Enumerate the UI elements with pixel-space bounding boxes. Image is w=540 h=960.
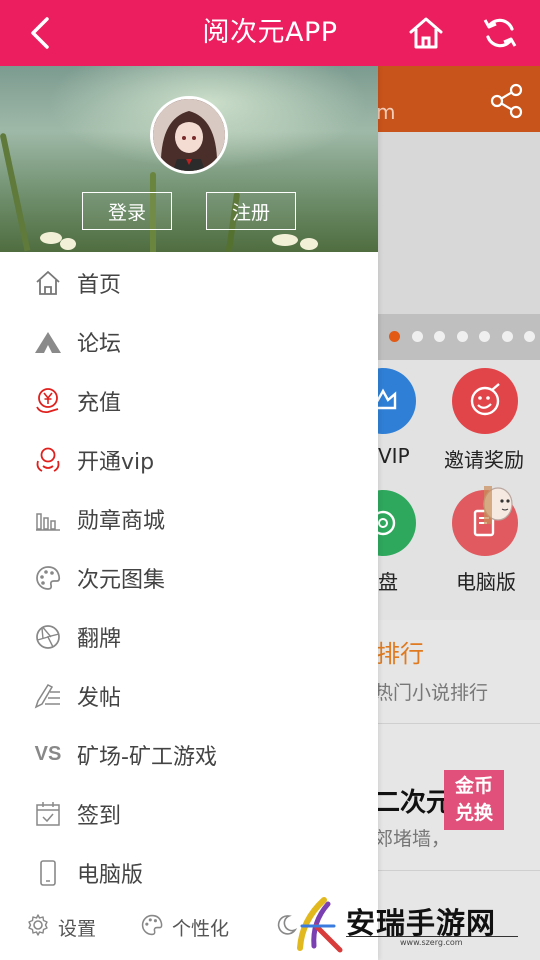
- divider: [346, 936, 518, 937]
- vip-hands-icon: [33, 445, 63, 475]
- login-button[interactable]: 登录: [82, 192, 172, 230]
- personalize-button[interactable]: 个性化: [140, 912, 229, 942]
- menu-item-recharge[interactable]: 充值: [0, 371, 378, 430]
- menu-item-forum[interactable]: 论坛: [0, 312, 378, 371]
- mascot-icon: [480, 484, 516, 528]
- share-icon[interactable]: [488, 82, 526, 120]
- grid-label-invite: 邀请奖励: [444, 448, 524, 472]
- home-icon[interactable]: [404, 13, 448, 53]
- drawer-header: 登录 注册: [0, 66, 378, 252]
- refresh-icon[interactable]: [478, 13, 522, 53]
- rank-title: 排行: [376, 640, 424, 668]
- coin-exchange-badge[interactable]: 金币 兑换: [444, 770, 504, 830]
- settings-label: 设置: [58, 917, 97, 940]
- menu-item-post[interactable]: 发帖: [0, 666, 378, 725]
- menu-label: 翻牌: [77, 626, 122, 652]
- menu-label: 矿场-矿工游戏: [77, 744, 217, 770]
- carousel-dot[interactable]: [411, 331, 423, 342]
- watermark-url: www.szerg.com: [400, 938, 463, 947]
- pen-list-icon: [33, 681, 63, 711]
- palette-icon: [33, 563, 63, 593]
- calendar-check-icon: [33, 799, 63, 829]
- smile-edit-icon[interactable]: [452, 368, 518, 434]
- menu-label: 开通vip: [77, 449, 155, 475]
- yen-coin-icon: [33, 386, 63, 416]
- menu-label: 首页: [77, 272, 122, 298]
- settings-button[interactable]: 设置: [26, 912, 96, 942]
- avatar[interactable]: [150, 96, 228, 174]
- grid-label-pc: 电脑版: [456, 570, 516, 594]
- aperture-icon: [33, 622, 63, 652]
- carousel-dot[interactable]: [501, 331, 513, 342]
- menu-item-pc-version[interactable]: 电脑版: [0, 843, 378, 892]
- page-title: 阅次元APP: [202, 17, 338, 48]
- menu-label: 次元图集: [77, 567, 166, 593]
- palette-icon: [140, 913, 164, 941]
- carousel-dot[interactable]: [389, 331, 400, 342]
- grid-label-vip: VIP: [378, 444, 410, 468]
- menu-item-home[interactable]: 首页: [0, 253, 378, 312]
- home-icon: [33, 268, 63, 298]
- menu-label: 电脑版: [77, 862, 144, 888]
- grid-label-disk: 盘: [378, 570, 398, 594]
- top-bar: 阅次元APP: [0, 0, 540, 66]
- carousel-dot[interactable]: [434, 331, 445, 342]
- menu-item-checkin[interactable]: 签到: [0, 784, 378, 843]
- personalize-label: 个性化: [172, 917, 230, 940]
- watermark-logo: 安瑞手游网 www.szerg.com: [290, 892, 540, 960]
- url-fragment: m: [376, 100, 396, 124]
- phone-icon: [33, 858, 63, 888]
- menu-label: 勋章商城: [77, 508, 166, 534]
- menu-item-medal-shop[interactable]: 勋章商城: [0, 489, 378, 548]
- register-button[interactable]: 注册: [206, 192, 296, 230]
- menu-item-flip-card[interactable]: 翻牌: [0, 607, 378, 666]
- carousel-dot[interactable]: [479, 331, 490, 342]
- navigation-drawer: 登录 注册 首页 论坛 充值 开通vip 勋章商城 次元图集 翻牌 发帖 VS …: [0, 66, 378, 960]
- rank-subtitle: 热门小说排行: [374, 682, 489, 704]
- gear-icon: [26, 913, 50, 941]
- novel-subtitle: 郊堵墙，: [374, 828, 451, 850]
- carousel-dot[interactable]: [456, 331, 468, 342]
- tent-icon: [33, 327, 63, 357]
- bar-chart-icon: [33, 504, 63, 534]
- menu-item-mine-game[interactable]: VS 矿场-矿工游戏: [0, 725, 378, 784]
- menu-label: 发帖: [77, 685, 122, 711]
- divider: [374, 870, 540, 871]
- vs-icon: VS: [34, 743, 62, 765]
- menu-label: 签到: [77, 803, 122, 829]
- menu-label: 论坛: [77, 331, 122, 357]
- menu-item-vip[interactable]: 开通vip: [0, 430, 378, 489]
- drawer-menu: 首页 论坛 充值 开通vip 勋章商城 次元图集 翻牌 发帖 VS 矿场-矿工游…: [0, 252, 378, 892]
- carousel-dot[interactable]: [524, 331, 535, 342]
- menu-item-gallery[interactable]: 次元图集: [0, 548, 378, 607]
- menu-label: 充值: [77, 390, 122, 416]
